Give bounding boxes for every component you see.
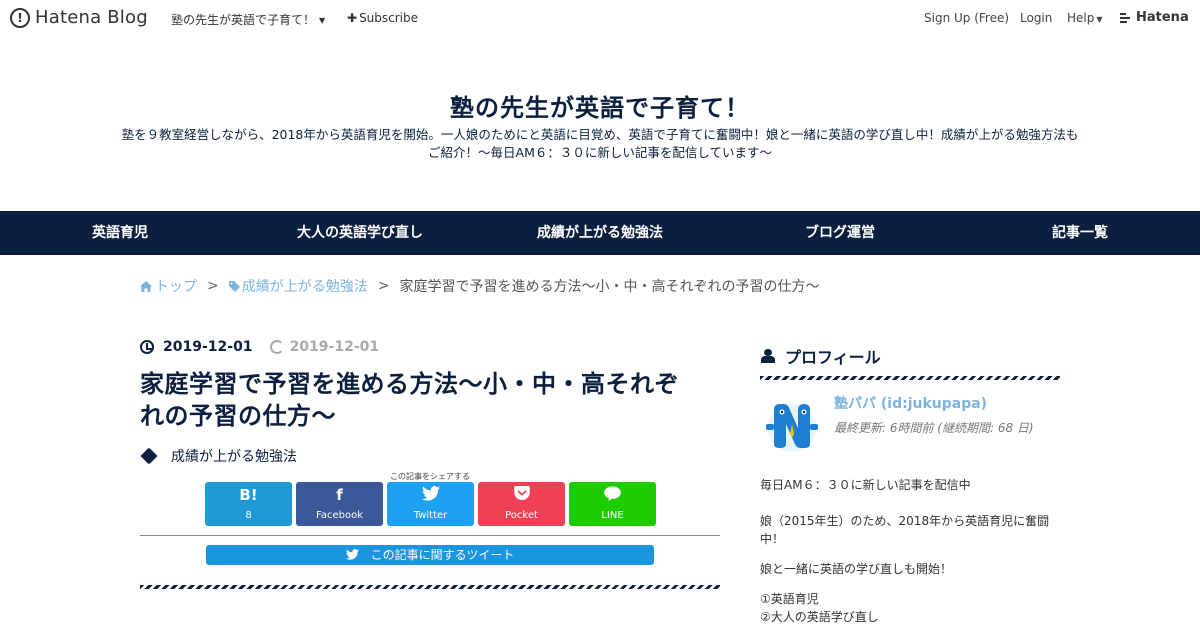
- subscribe-button[interactable]: ✚ Subscribe: [347, 11, 418, 25]
- decorative-stripe: [760, 376, 1060, 380]
- pocket-icon: [478, 486, 565, 504]
- hatena-bookmark-share-button[interactable]: B! 8: [205, 482, 292, 526]
- logo-text: Hatena Blog: [35, 7, 148, 28]
- blog-description: 塾を９教室経営しながら、2018年から英語育児を開始。一人娘のためにと英語に目覚…: [100, 126, 1100, 162]
- breadcrumb-home-label: トップ: [155, 279, 197, 295]
- entry-categories: 成績が上がる勉強法: [140, 446, 720, 466]
- signup-link[interactable]: Sign Up (Free): [924, 11, 1009, 25]
- breadcrumb-home[interactable]: トップ: [140, 276, 197, 296]
- breadcrumb-separator: >: [377, 278, 390, 294]
- published-date[interactable]: 2019-12-01: [163, 339, 253, 355]
- line-share-button[interactable]: LINE: [569, 482, 656, 526]
- avatar-image: [766, 404, 818, 452]
- profile-text-line: 中！: [760, 532, 785, 546]
- update-icon: [269, 340, 284, 354]
- clock-icon: [140, 340, 154, 354]
- profile-name-link[interactable]: 塾パパ (id:jukupapa): [834, 393, 987, 413]
- tag-icon: [228, 281, 240, 292]
- blog-description-line: 塾を９教室経営しながら、2018年から英語育児を開始。一人娘のためにと英語に目覚…: [121, 127, 1079, 142]
- hatena-bookmark-icon: B!: [239, 486, 258, 504]
- profile-text-line: ①英語育児: [760, 592, 819, 606]
- blog-menu-dropdown[interactable]: 塾の先生が英語で子育て！ ▼: [171, 11, 325, 28]
- caret-down-icon: ▼: [1096, 15, 1103, 24]
- avatar[interactable]: [764, 398, 820, 454]
- related-tweets-label: この記事に関するツイート: [370, 548, 515, 562]
- pocket-share-button[interactable]: Pocket: [478, 482, 565, 526]
- hatena-logo-icon: !: [10, 7, 30, 28]
- twitter-bird-icon: [345, 549, 359, 560]
- user-icon: [761, 349, 775, 363]
- blog-menu-label: 塾の先生が英語で子育て！: [171, 13, 316, 27]
- profile-text-line: 娘（2015年生）のため、2018年から英語育児に奮闘: [760, 514, 1050, 528]
- nav-item-study-method[interactable]: 成績が上がる勉強法: [537, 211, 663, 255]
- nav-item-english-parenting[interactable]: 英語育児: [92, 211, 148, 255]
- nav-item-adult-english[interactable]: 大人の英語学び直し: [297, 211, 423, 255]
- entry-category-link[interactable]: 成績が上がる勉強法: [171, 446, 297, 466]
- facebook-share-button[interactable]: f Facebook: [296, 482, 383, 526]
- share-label: Pocket: [505, 510, 538, 521]
- entry-title-line: 家庭学習で予習を進める方法～小・中・高それぞ: [140, 370, 679, 398]
- share-label: Facebook: [316, 510, 363, 521]
- article: 2019-12-01 2019-12-01 家庭学習で予習を進める方法～小・中・…: [140, 330, 720, 589]
- twitter-bird-icon: [387, 486, 474, 505]
- hatena-top-bar: ! Hatena Blog 塾の先生が英語で子育て！ ▼ ✚ Subscribe S…: [0, 0, 1200, 36]
- profile-heading: プロフィール: [760, 345, 1060, 367]
- twitter-share-button[interactable]: Twitter: [387, 482, 474, 526]
- profile-text-line: 娘と一緒に英語の学び直しも開始！: [760, 562, 953, 576]
- share-caption: この記事をシェアする: [390, 472, 470, 481]
- share-label: 8: [245, 510, 252, 521]
- profile-text-line: ②大人の英語学び直し: [760, 610, 879, 624]
- article-dates: 2019-12-01 2019-12-01: [140, 330, 720, 364]
- subscribe-label: Subscribe: [359, 11, 419, 25]
- divider: [140, 535, 720, 536]
- home-icon: [140, 281, 152, 292]
- nav-item-blog-management[interactable]: ブログ運営: [805, 211, 875, 255]
- profile-heading-label: プロフィール: [785, 348, 881, 367]
- global-nav: 英語育児 大人の英語学び直し 成績が上がる勉強法 ブログ運営 記事一覧: [0, 211, 1200, 255]
- help-label: Help: [1067, 11, 1095, 25]
- line-icon: [569, 486, 656, 505]
- breadcrumb-category-label: 成績が上がる勉強法: [241, 279, 368, 295]
- facebook-icon: f: [336, 486, 343, 504]
- hatena-mark-icon: [1120, 12, 1132, 23]
- hatena-blog-logo[interactable]: ! Hatena Blog: [10, 7, 148, 28]
- breadcrumb-current: 家庭学習で予習を進める方法～小・中・高それぞれの予習の仕方～: [399, 279, 820, 295]
- profile-text-line: 毎日AM６：３０に新しい記事を配信中: [760, 478, 971, 492]
- breadcrumb-category[interactable]: 成績が上がる勉強法: [228, 276, 368, 296]
- share-label: LINE: [601, 510, 624, 521]
- related-tweets-button[interactable]: この記事に関するツイート: [206, 545, 654, 565]
- updated-date: 2019-12-01: [289, 339, 380, 355]
- breadcrumb: トップ > 成績が上がる勉強法 > 家庭学習で予習を進める方法～小・中・高それぞ…: [140, 276, 819, 296]
- plus-icon: ✚: [347, 11, 358, 25]
- entry-title[interactable]: 家庭学習で予習を進める方法～小・中・高それぞ れの予習の仕方～: [140, 368, 720, 432]
- decorative-stripe: [140, 585, 720, 589]
- hatena-brand-link[interactable]: Hatena: [1120, 10, 1189, 25]
- login-link[interactable]: Login: [1020, 11, 1052, 25]
- hatena-brand-label: Hatena: [1136, 10, 1189, 25]
- sidebar: プロフィール 塾パパ (id:jukupapa) 最終更新: 6時間前 (継続期…: [760, 345, 1060, 624]
- nav-item-article-list[interactable]: 記事一覧: [1052, 211, 1108, 255]
- profile-updated: 最終更新: 6時間前 (継続期間: 68 日): [834, 421, 1034, 435]
- caret-down-icon: ▼: [319, 16, 326, 25]
- breadcrumb-separator: >: [207, 278, 219, 294]
- tag-icon: [140, 447, 158, 465]
- blog-description-line: ご紹介！～毎日AM６：３０に新しい記事を配信しています～: [428, 145, 772, 160]
- share-buttons: B! 8 f Facebook Twitter Pocket LINE: [205, 482, 656, 526]
- entry-title-line: れの予習の仕方～: [140, 402, 336, 430]
- help-dropdown[interactable]: Help ▼: [1067, 11, 1103, 25]
- blog-title[interactable]: 塾の先生が英語で子育て！: [0, 88, 1200, 123]
- share-label: Twitter: [413, 510, 448, 521]
